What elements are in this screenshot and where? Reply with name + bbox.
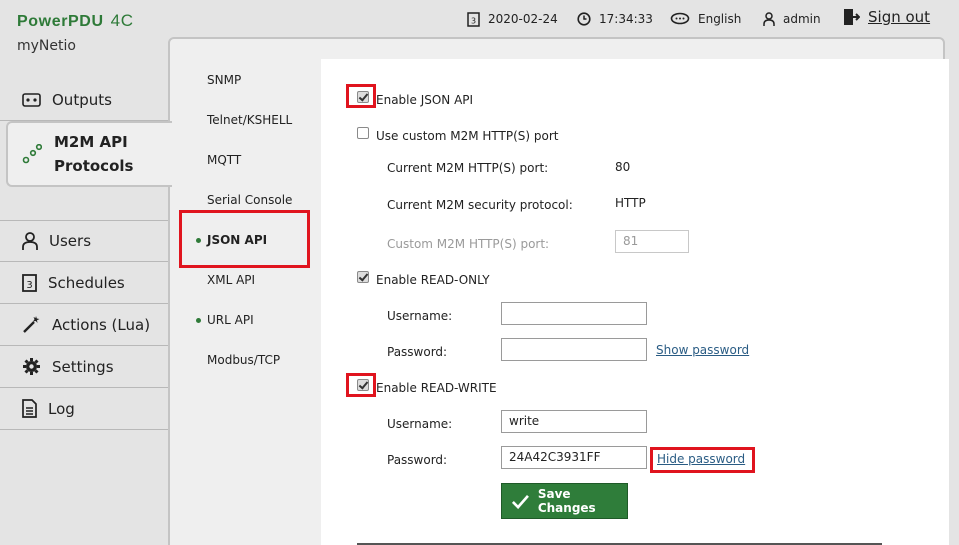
brand-logo: PowerPDU 4C [17, 11, 134, 30]
svg-text:3: 3 [26, 280, 32, 291]
enable-json-api-label: Enable JSON API [376, 93, 474, 107]
wand-icon [23, 316, 40, 333]
nav-item-log[interactable]: Log [0, 388, 170, 430]
calendar-icon: 3 [22, 273, 37, 292]
enable-read-only-checkbox[interactable] [357, 271, 369, 283]
custom-port-input[interactable]: 81 [615, 230, 689, 253]
enable-read-write-checkbox[interactable] [357, 379, 369, 391]
language-selector[interactable]: English [670, 9, 741, 29]
device-name: myNetio [17, 38, 76, 54]
hide-password-link[interactable]: Hide password [657, 452, 745, 466]
current-protocol-label: Current M2M security protocol: [387, 198, 573, 212]
read-only-username-label: Username: [387, 309, 453, 323]
read-write-username-label: Username: [387, 417, 453, 431]
nav-item-actions-lua[interactable]: Actions (Lua) [0, 304, 170, 346]
subnav-item-modbus-tcp[interactable]: Modbus/TCP [207, 353, 280, 367]
read-write-username-input[interactable]: write [501, 410, 647, 433]
clock-icon [577, 12, 591, 26]
read-write-password-label: Password: [387, 453, 448, 467]
m2m-icon [22, 144, 42, 164]
read-only-username-input[interactable] [501, 302, 647, 325]
nav-item-m2m-api-protocols[interactable]: M2M API Protocols [6, 121, 172, 187]
custom-port-label: Use custom M2M HTTP(S) port [376, 129, 559, 143]
gear-icon [23, 358, 40, 375]
nav-item-schedules[interactable]: 3 Schedules [0, 262, 170, 304]
read-only-password-input[interactable] [501, 338, 647, 361]
read-only-password-label: Password: [387, 345, 448, 359]
document-icon [22, 399, 37, 418]
current-port-value: 80 [615, 160, 631, 174]
checkmark-icon [511, 494, 529, 509]
enabled-dot [196, 318, 201, 323]
header-date: 3 2020-02-24 [467, 9, 558, 29]
custom-port-field-label: Custom M2M HTTP(S) port: [387, 237, 550, 251]
enable-json-api-checkbox[interactable] [357, 91, 369, 103]
subnav-item-telnet-kshell[interactable]: Telnet/KSHELL [207, 113, 292, 127]
outputs-icon [22, 92, 41, 107]
subnav-item-snmp[interactable]: SNMP [207, 73, 241, 87]
subnav-item-url-api[interactable]: URL API [196, 313, 254, 327]
nav-item-outputs[interactable]: Outputs [0, 79, 170, 121]
enable-read-only-label: Enable READ-ONLY [376, 273, 490, 287]
enable-read-write-label: Enable READ-WRITE [376, 381, 497, 395]
svg-text:3: 3 [471, 16, 476, 25]
nav-item-users[interactable]: Users [0, 220, 170, 262]
speech-bubble-icon [670, 12, 690, 25]
subnav-item-json-api[interactable]: JSON API [196, 233, 267, 247]
custom-port-checkbox[interactable] [357, 127, 369, 139]
user-menu[interactable]: admin [763, 9, 821, 29]
show-password-link[interactable]: Show password [656, 343, 749, 357]
save-changes-button[interactable]: Save Changes [501, 483, 628, 519]
subnav-item-xml-api[interactable]: XML API [207, 273, 255, 287]
header-time: 17:34:33 [577, 9, 653, 29]
subnav-item-serial-console[interactable]: Serial Console [207, 193, 292, 207]
current-protocol-value: HTTP [615, 196, 646, 210]
current-port-label: Current M2M HTTP(S) port: [387, 161, 549, 175]
subnav-item-mqtt[interactable]: MQTT [207, 153, 241, 167]
calendar-icon: 3 [467, 11, 480, 27]
sign-out-link[interactable]: Sign out [843, 7, 930, 27]
user-icon [22, 231, 38, 250]
nav-item-settings[interactable]: Settings [0, 346, 170, 388]
user-icon [763, 11, 775, 26]
active-dot [196, 238, 201, 243]
sign-out-icon [844, 9, 860, 25]
read-write-password-input[interactable]: 24A42C3931FF [501, 446, 647, 469]
